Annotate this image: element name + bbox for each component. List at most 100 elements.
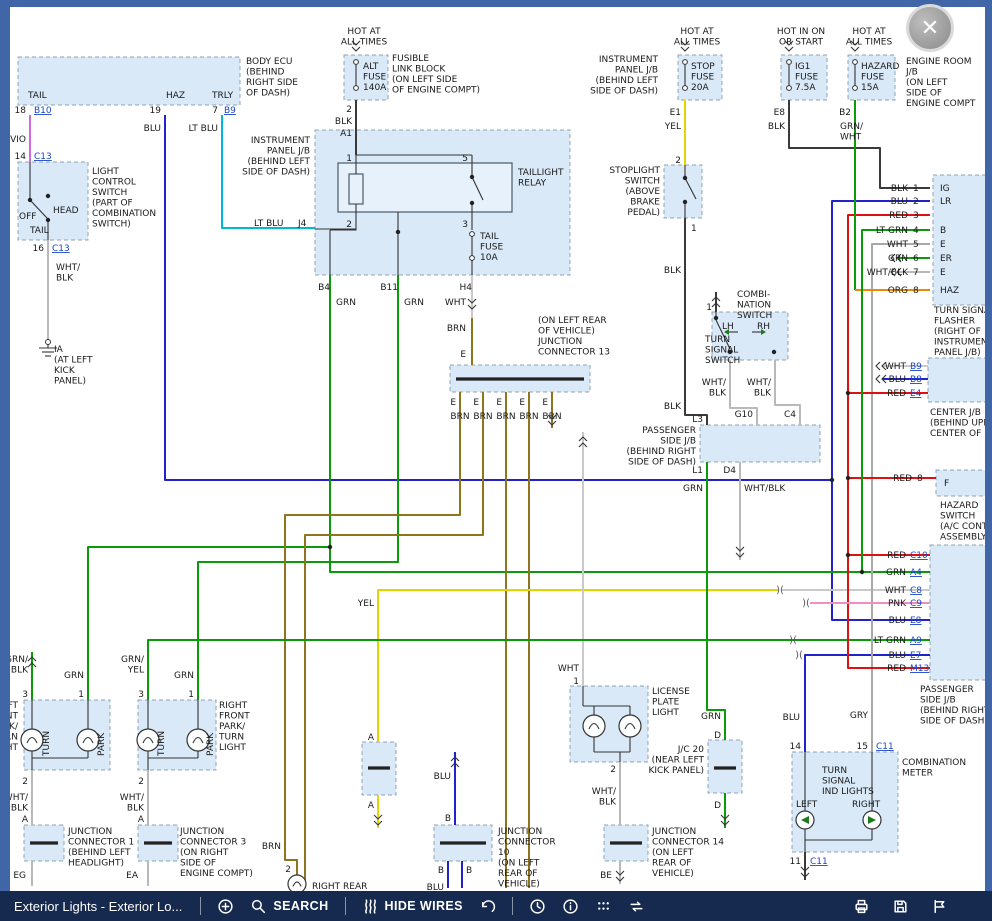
diagram-label: HOT ATALL TIMES [341, 27, 388, 48]
diagram-label: 1 [691, 224, 697, 234]
fuse-terminal [853, 60, 858, 65]
window-border-right [985, 0, 992, 891]
diagram-label: LT GRN [874, 636, 906, 646]
fuse-terminal [787, 60, 792, 65]
junction-dot [28, 198, 32, 202]
connector-link-C13[interactable]: C13 [34, 152, 52, 162]
diagram-label: YEL [357, 599, 374, 609]
connector-link-C9[interactable]: C9 [910, 599, 922, 609]
diagram-label: 2 [913, 197, 919, 207]
diagram-label: 2 [138, 777, 144, 787]
diagram-label: INSTRUMENTPANEL J/B(BEHIND LEFTSIDE OF D… [242, 136, 310, 178]
connector-link-C8[interactable]: C8 [910, 586, 922, 596]
connector-link-A4[interactable]: A4 [910, 568, 922, 578]
wiring-diagram-canvas[interactable]: )()()()(TAILHAZTRLYBODY ECU(BEHINDRIGHT … [0, 0, 992, 891]
diagram-label: LEFT [796, 800, 818, 810]
connector-link-E4[interactable]: E4 [910, 389, 922, 399]
bulb-icon [288, 875, 306, 891]
diagram-label: 1 [346, 154, 352, 164]
diagram-label: WHT [558, 664, 580, 674]
diagram-label: 8 [917, 474, 923, 484]
diagram-label: WHT/BLK [744, 484, 786, 494]
connector-link-B9[interactable]: B9 [910, 362, 922, 372]
connector-link-C10[interactable]: C10 [910, 551, 928, 561]
hide-wires-label: HIDE WIRES [385, 899, 463, 913]
close-button[interactable]: ✕ [906, 4, 954, 52]
add-button[interactable] [217, 898, 234, 915]
splice-mark: )( [795, 650, 803, 661]
wire-blk [789, 100, 930, 188]
diagram-label: RIGHT [852, 800, 881, 810]
diagram-label: BLU [891, 197, 908, 207]
diagram-label: 4 [913, 226, 919, 236]
diagram-label: ENGINE ROOMJ/B(ON LEFTSIDE OFENGINE COMP… [905, 57, 976, 109]
connector-link-B9[interactable]: B9 [224, 106, 236, 116]
diagram-label: A [22, 815, 29, 825]
diagram-label: 6 [913, 254, 919, 264]
connector-link-E8[interactable]: E8 [910, 616, 922, 626]
diagram-label: D4 [723, 466, 736, 476]
fuse-terminal [470, 256, 475, 261]
diagram-label: 2 [22, 777, 28, 787]
connector-link-C11[interactable]: C11 [876, 742, 894, 752]
diagram-label: WHT [885, 586, 907, 596]
diagram-label: E [519, 398, 525, 408]
connector-link-B8[interactable]: B8 [910, 375, 922, 385]
junction-dot [46, 218, 50, 222]
diagram-label: L3 [692, 415, 703, 425]
grid-button[interactable] [595, 898, 612, 915]
junction-dot [846, 391, 850, 395]
diagram-label: GRN/YEL [121, 655, 145, 676]
diagram-label: LT GRN [876, 226, 908, 236]
junction-dot [860, 570, 864, 574]
diagram-label: A1 [340, 129, 352, 139]
ground-connector [46, 340, 51, 345]
diagram-label: BLU [427, 883, 444, 891]
diagram-label: IG [940, 184, 950, 194]
undo-button[interactable] [479, 898, 496, 915]
diagram-label: LT BLU [189, 124, 218, 134]
junction-dot [328, 545, 332, 549]
diagram-label: RH [757, 322, 770, 332]
diagram-label: STOPLIGHTSWITCH(ABOVEBRAKEPEDAL) [609, 166, 660, 218]
diagram-label: BRN [447, 324, 466, 334]
sync-button[interactable] [628, 898, 645, 915]
diagram-label: 3 [22, 690, 28, 700]
search-button[interactable]: SEARCH [250, 898, 328, 915]
diagram-label: GRN [701, 712, 721, 722]
diagram-label: PNK [888, 599, 907, 609]
diagram-label: HAZ [940, 286, 959, 296]
continuation-chevron [851, 47, 859, 51]
connector-link-B10[interactable]: B10 [34, 106, 52, 116]
save-button[interactable] [892, 898, 909, 915]
bulb-icon [619, 715, 641, 737]
diagram-label: ER [940, 254, 952, 264]
diagram-label: 2 [346, 220, 352, 230]
flag-button[interactable] [931, 898, 948, 915]
diagram-label: TAIL [27, 91, 47, 101]
info-button[interactable] [562, 898, 579, 915]
diagram-label: GRN/WHT [840, 122, 864, 143]
passenger-side-jb [700, 425, 820, 462]
diagram-label: 19 [150, 106, 162, 116]
diagram-label: HAZ [166, 91, 185, 101]
diagram-label: RED [887, 664, 906, 674]
diagram-label: 1 [706, 303, 712, 313]
undo-arrow-icon [479, 898, 496, 915]
connector-link-C11[interactable]: C11 [810, 857, 828, 867]
connector-link-M13[interactable]: M13 [910, 664, 929, 674]
diagram-label: B4 [318, 283, 330, 293]
clock-button[interactable] [529, 898, 546, 915]
hide-wires-button[interactable]: HIDE WIRES [362, 898, 463, 915]
junction-dot [772, 350, 776, 354]
connector-link-E7[interactable]: E7 [910, 651, 921, 661]
diagram-label: HOT ATALL TIMES [846, 27, 893, 48]
diagram-label: RED [887, 551, 906, 561]
diagram-label: 16 [33, 244, 45, 254]
diagram-label: HOT IN ONOR START [777, 27, 825, 48]
connector-link-C13[interactable]: C13 [52, 244, 70, 254]
print-button[interactable] [853, 898, 870, 915]
connector-link-A9[interactable]: A9 [910, 636, 922, 646]
diagram-label: BODY ECU(BEHINDRIGHT SIDEOF DASH) [246, 57, 298, 99]
stoplight-switch [664, 165, 702, 218]
